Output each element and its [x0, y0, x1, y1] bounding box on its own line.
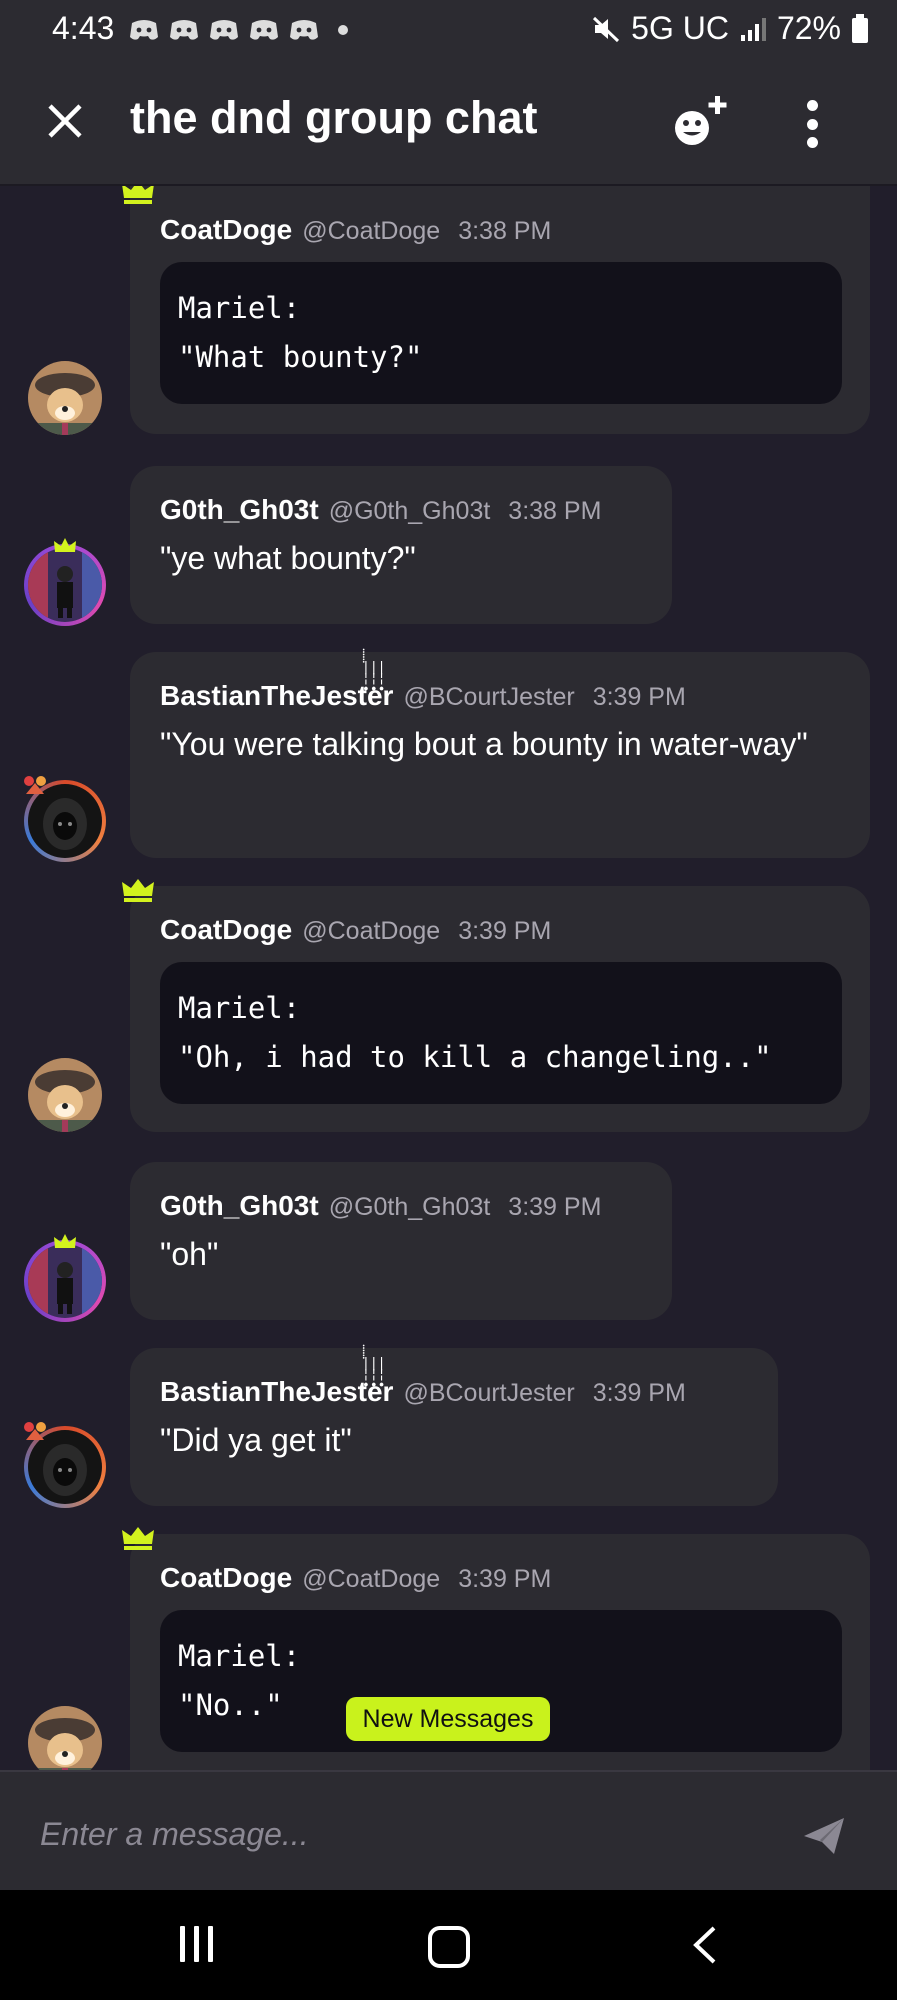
message-time: 3:39 PM	[458, 917, 552, 945]
message-text: "oh"	[160, 1236, 219, 1272]
more-notifications-dot	[338, 25, 348, 35]
message-username[interactable]: BastianTheJester	[160, 1376, 393, 1408]
message-input[interactable]	[38, 1808, 762, 1860]
discord-icon	[170, 20, 198, 40]
message-username[interactable]: CoatDoge	[160, 1562, 292, 1594]
badge-icon	[54, 1234, 76, 1248]
message-time: 3:39 PM	[458, 1565, 552, 1593]
discord-icon	[250, 20, 278, 40]
message: BastianTheJester @BCourtJester 3:39 PM "…	[130, 652, 870, 858]
message-text: "You were talking bout a bounty in water…	[160, 726, 808, 762]
name-glitch-decoration: ⸽ ||| ¦¦¦ ∙∙∙	[362, 1345, 386, 1393]
message-text: "ye what bounty?"	[160, 540, 416, 576]
message-username[interactable]: CoatDoge	[160, 914, 292, 946]
jester-hat-icon	[24, 1422, 46, 1440]
message: CoatDoge @CoatDoge 3:39 PM Mariel: "Oh, …	[122, 879, 870, 1132]
network-label: 5G UC	[631, 10, 729, 46]
name-glitch-decoration: ⸽ ||| ¦¦¦ ∙∙∙	[362, 649, 386, 697]
message-handle: @BCourtJester	[403, 683, 575, 711]
badge-icon	[54, 538, 76, 552]
message-composer	[0, 1770, 897, 1892]
message-handle: @G0th_Gh03t	[328, 497, 491, 525]
message: G0th_Gh03t @G0th_Gh03t 3:38 PM "ye what …	[130, 466, 672, 624]
message: G0th_Gh03t @G0th_Gh03t 3:39 PM "oh"	[130, 1162, 672, 1320]
battery-percent: 72%	[776, 10, 841, 46]
status-time: 4:43	[52, 10, 115, 46]
home-icon[interactable]	[428, 1926, 470, 1968]
message-time: 3:39 PM	[592, 683, 686, 711]
message-handle: @G0th_Gh03t	[328, 1193, 491, 1221]
message-code-block: Mariel: "Oh, i had to kill a changeling.…	[160, 962, 842, 1104]
back-icon[interactable]	[686, 1924, 726, 1966]
avatar[interactable]	[28, 548, 102, 622]
more-options-button[interactable]	[790, 96, 834, 152]
new-messages-button[interactable]: New Messages	[346, 1697, 550, 1741]
message-username[interactable]: G0th_Gh03t	[160, 494, 319, 526]
close-icon	[48, 104, 82, 138]
page-title: the dnd group chat	[130, 92, 538, 143]
jester-hat-icon	[24, 776, 46, 794]
message: CoatDoge @CoatDoge 3:38 PM Mariel: "What…	[122, 186, 870, 434]
avatar[interactable]	[28, 1058, 102, 1132]
status-right: 5G UC 72%	[591, 10, 869, 47]
message-handle: @CoatDoge	[302, 917, 441, 945]
crown-icon	[122, 186, 154, 204]
message-time: 3:39 PM	[508, 1193, 602, 1221]
system-nav-bar	[0, 1890, 897, 2000]
avatar[interactable]	[28, 1706, 102, 1770]
send-icon[interactable]	[800, 1812, 848, 1860]
avatar[interactable]	[28, 361, 102, 435]
message: BastianTheJester @BCourtJester 3:39 PM "…	[130, 1348, 778, 1506]
mute-icon	[593, 16, 620, 42]
message-username[interactable]: G0th_Gh03t	[160, 1190, 319, 1222]
avatar[interactable]	[28, 1244, 102, 1318]
recents-icon[interactable]	[174, 1926, 218, 1966]
message-handle: @CoatDoge	[302, 217, 441, 245]
message-time: 3:38 PM	[458, 217, 552, 245]
signal-icon	[740, 17, 766, 41]
more-vert-icon	[806, 100, 818, 111]
message-feed[interactable]: CoatDoge @CoatDoge 3:38 PM Mariel: "What…	[0, 186, 897, 1770]
crown-icon	[122, 1527, 154, 1550]
message-handle: @CoatDoge	[302, 1565, 441, 1593]
message-text: "Did ya get it"	[160, 1422, 352, 1458]
message-handle: @BCourtJester	[403, 1379, 575, 1407]
discord-icon	[210, 20, 238, 40]
status-bar: 4:43 5G UC 72%	[0, 0, 897, 60]
message-code-block: Mariel: "What bounty?"	[160, 262, 842, 404]
close-button[interactable]	[38, 94, 92, 148]
chat-header: the dnd group chat	[0, 60, 897, 186]
discord-icon	[130, 20, 158, 40]
add-member-icon[interactable]	[668, 90, 734, 156]
message-time: 3:39 PM	[592, 1379, 686, 1407]
crown-icon	[122, 879, 154, 902]
message-time: 3:38 PM	[508, 497, 602, 525]
message-username[interactable]: BastianTheJester	[160, 680, 393, 712]
battery-icon	[852, 13, 868, 43]
discord-icon	[290, 20, 318, 40]
message-username[interactable]: CoatDoge	[160, 214, 292, 246]
notification-icons	[128, 17, 348, 43]
